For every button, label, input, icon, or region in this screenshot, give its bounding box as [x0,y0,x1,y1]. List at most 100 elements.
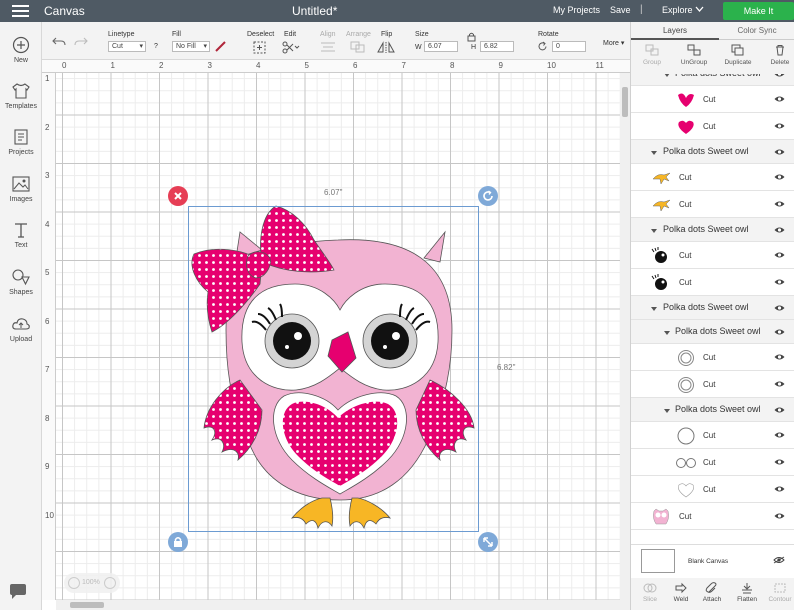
layer-group-row[interactable]: Polka dots Sweet owl [631,296,794,320]
paperclip-icon [705,582,717,593]
make-it-button[interactable]: Make It [723,2,794,20]
eye-icon[interactable] [774,148,785,156]
layer-row[interactable]: Cut [631,449,794,476]
eye-icon[interactable] [774,406,785,414]
layer-name: Cut [703,353,716,362]
zoom-out-button[interactable] [68,577,80,589]
layer-row[interactable]: Cut [631,503,794,530]
layer-name: Cut [703,458,716,467]
layer-row[interactable]: Cut [631,242,794,269]
resize-handle[interactable] [478,532,498,552]
eye-lash-thumb [651,274,667,290]
expand-triangle-icon[interactable] [651,229,657,233]
ungroup-button[interactable]: UnGroup [673,44,715,66]
attach-label: Attach [702,596,722,603]
layer-group-row[interactable]: Polka dots Sweet owl [631,74,794,86]
flatten-button[interactable]: Flatten [730,582,764,603]
zoom-level: 100% [82,579,100,586]
owl-pink-thumb [653,508,669,525]
layer-row[interactable]: Cut [631,113,794,140]
layer-group-row[interactable]: Polka dots Sweet owl [631,218,794,242]
chevron-down-icon [695,6,704,12]
slice-button[interactable]: Slice [633,582,667,603]
explore-menu[interactable]: Explore [662,5,704,15]
layer-group-name: Polka dots Sweet owl [675,404,761,414]
expand-triangle-icon[interactable] [651,151,657,155]
duplicate-label: Duplicate [724,59,752,66]
ungroup-label: UnGroup [680,59,708,66]
tab-color-sync[interactable]: Color Sync [719,22,794,40]
delete-handle[interactable] [168,186,188,206]
layer-name: Cut [703,95,716,104]
expand-triangle-icon[interactable] [664,331,670,335]
tab-layers[interactable]: Layers [631,22,719,40]
chat-icon[interactable] [8,584,28,600]
eye-icon[interactable] [774,512,785,520]
layer-name: Cut [703,122,716,131]
layer-group-name: Polka dots Sweet owl [663,302,749,312]
weld-button[interactable]: Weld [664,582,698,603]
layer-row[interactable]: Cut [631,371,794,398]
eye-icon[interactable] [774,304,785,312]
expand-triangle-icon[interactable] [651,307,657,311]
layer-name: Cut [679,173,692,182]
eye-icon[interactable] [774,380,785,388]
layer-group-row[interactable]: Polka dots Sweet owl [631,140,794,164]
layer-row[interactable]: Cut [631,422,794,449]
eye-icon[interactable] [774,74,785,78]
layer-row[interactable]: Cut [631,476,794,503]
delete-button[interactable]: Delete [759,44,794,66]
glasses-thumb [676,458,696,468]
delete-label: Delete [770,59,790,66]
layer-row[interactable]: Cut [631,269,794,296]
expand-triangle-icon[interactable] [664,409,670,413]
contour-button[interactable]: Contour [763,582,794,603]
circle-thumb [677,427,695,445]
layer-name: Cut [703,431,716,440]
ungroup-icon [687,44,701,56]
eye-icon[interactable] [774,431,785,439]
eye-icon[interactable] [774,200,785,208]
layer-row[interactable]: Cut [631,344,794,371]
layer-group-row[interactable]: Polka dots Sweet owl [631,398,794,422]
expand-triangle-icon[interactable] [664,74,670,77]
rotate-icon [483,190,493,201]
eye-hidden-icon[interactable] [773,556,785,564]
zoom-in-button[interactable] [104,577,116,589]
attach-button[interactable]: Attach [695,582,729,603]
trash-icon [776,45,784,56]
eye-icon[interactable] [774,278,785,286]
rotate-handle[interactable] [478,186,498,206]
layer-name: Cut [679,251,692,260]
eye-icon[interactable] [774,122,785,130]
heart-dots-thumb [678,120,694,134]
eye-icon[interactable] [774,251,785,259]
layer-name: Cut [679,200,692,209]
bow-dots-thumb [678,93,694,107]
close-icon [174,192,182,200]
layer-row[interactable]: Cut [631,191,794,218]
eye-icon[interactable] [774,95,785,103]
layer-group-name: Polka dots Sweet owl [663,224,749,234]
eye-icon[interactable] [774,328,785,336]
feet-thumb [652,172,671,185]
group-label: Group [642,59,662,66]
eye-icon[interactable] [774,173,785,181]
blank-canvas-swatch[interactable] [641,549,675,573]
weld-icon [675,582,687,594]
lock-handle[interactable] [168,532,188,552]
eye-icon[interactable] [774,458,785,466]
eye-icon[interactable] [774,226,785,234]
layer-row[interactable]: Cut [631,86,794,113]
slice-label: Slice [642,596,658,603]
flatten-icon [742,583,752,594]
blank-canvas-row[interactable]: Blank Canvas [631,544,794,578]
group-button[interactable]: Group [631,44,673,66]
group-icon [645,44,659,56]
layer-row[interactable]: Cut [631,164,794,191]
eye-icon[interactable] [774,485,785,493]
duplicate-button[interactable]: Duplicate [717,44,759,66]
layers-panel: Layers Color Sync Group UnGroup Duplicat… [630,22,794,610]
eye-icon[interactable] [774,353,785,361]
layer-group-row[interactable]: Polka dots Sweet owl [631,320,794,344]
